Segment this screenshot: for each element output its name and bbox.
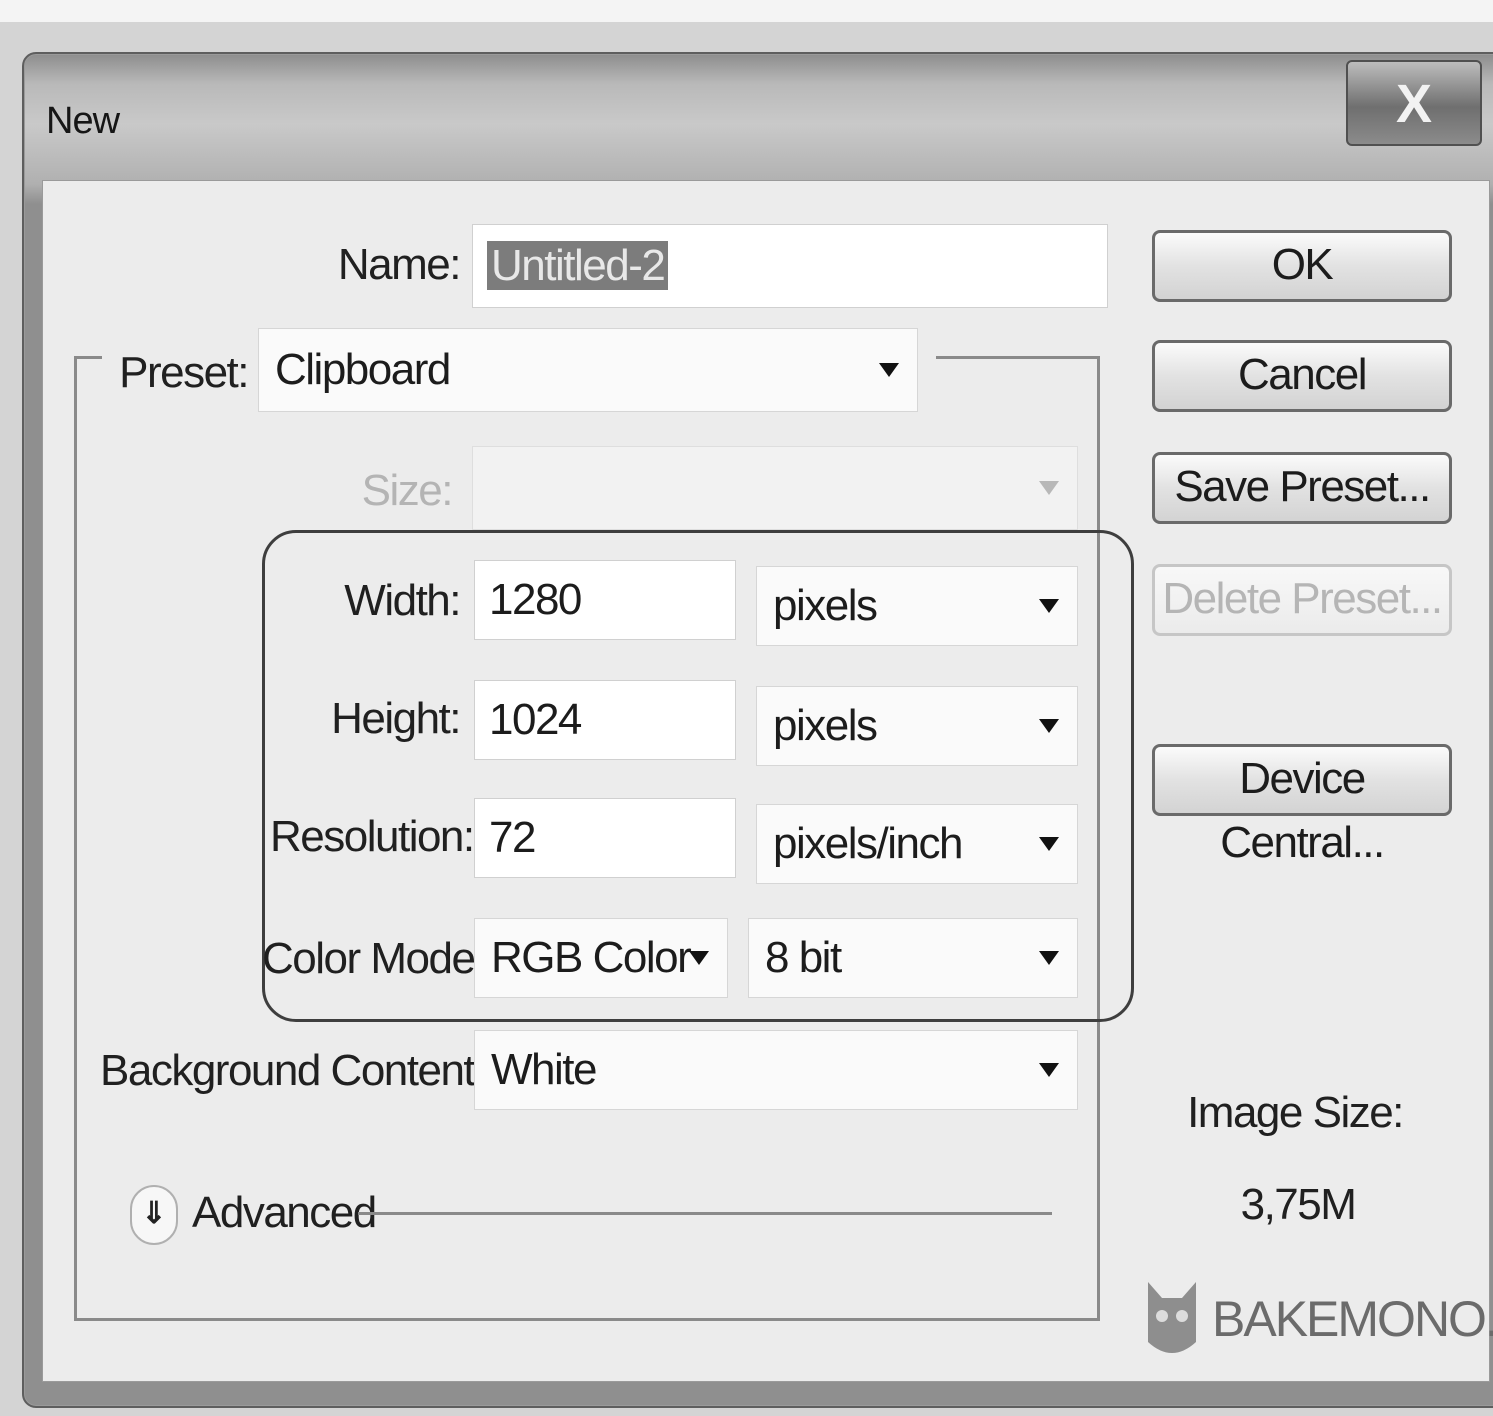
- resolution-unit-value: pixels/inch: [773, 819, 963, 868]
- image-size-value: 3,75M: [1240, 1180, 1357, 1229]
- bit-depth-value: 8 bit: [765, 933, 842, 982]
- resolution-label: Resolution:: [270, 812, 475, 861]
- group-box-top-right: [936, 356, 1100, 359]
- color-mode-select[interactable]: RGB Color: [474, 918, 728, 998]
- chevron-down-icon: [1039, 599, 1059, 613]
- device-central-button[interactable]: Device Central...: [1152, 744, 1452, 867]
- height-value: 1024: [489, 695, 582, 744]
- group-box-left: [74, 356, 77, 1321]
- color-mode-value: RGB Color: [491, 933, 692, 982]
- close-icon: X: [1395, 74, 1433, 134]
- chevron-down-icon: [1039, 719, 1059, 733]
- double-chevron-down-icon[interactable]: ⇓: [130, 1185, 178, 1245]
- width-value: 1280: [489, 575, 582, 624]
- resolution-unit-select[interactable]: pixels/inch: [756, 804, 1078, 884]
- cancel-button[interactable]: Cancel: [1152, 340, 1452, 412]
- chevron-down-icon: [879, 363, 899, 377]
- resolution-value: 72: [489, 813, 536, 862]
- image-size-label: Image Size:: [1187, 1088, 1404, 1137]
- width-unit-select[interactable]: pixels: [756, 566, 1078, 646]
- cat-icon: [1148, 1282, 1196, 1353]
- save-preset-button[interactable]: Save Preset...: [1152, 452, 1452, 524]
- height-label: Height:: [331, 694, 461, 743]
- dialog-title: New: [46, 100, 120, 142]
- background-contents-select[interactable]: White: [474, 1030, 1078, 1110]
- bit-depth-select[interactable]: 8 bit: [748, 918, 1078, 998]
- chevron-down-icon: [1039, 1063, 1059, 1077]
- chevron-down-icon: [689, 951, 709, 965]
- background-contents-value: White: [491, 1045, 597, 1094]
- height-unit-value: pixels: [773, 701, 878, 750]
- preset-select[interactable]: Clipboard: [258, 328, 918, 412]
- size-label: Size:: [361, 466, 454, 515]
- name-value: Untitled-2: [487, 241, 669, 290]
- ok-button[interactable]: OK: [1152, 230, 1452, 302]
- width-label: Width:: [344, 576, 461, 625]
- chevron-down-icon: [1039, 837, 1059, 851]
- height-input[interactable]: 1024: [474, 680, 736, 760]
- width-unit-value: pixels: [773, 581, 878, 630]
- preset-value: Clipboard: [275, 345, 451, 394]
- preset-label: Preset:: [119, 348, 249, 397]
- advanced-divider: [358, 1212, 1052, 1215]
- chevron-down-icon: [1039, 951, 1059, 965]
- width-input[interactable]: 1280: [474, 560, 736, 640]
- close-button[interactable]: X: [1346, 60, 1482, 146]
- chevron-down-icon: [1039, 481, 1059, 495]
- name-label: Name:: [337, 240, 462, 289]
- watermark-text: BAKEMONO.RU: [1212, 1291, 1493, 1347]
- delete-preset-button: Delete Preset...: [1152, 564, 1452, 636]
- name-input[interactable]: Untitled-2: [472, 224, 1108, 308]
- group-box-top-left: [74, 356, 102, 359]
- group-box-bottom: [74, 1318, 1100, 1321]
- color-mode-label: Color Mode:: [262, 934, 487, 983]
- background-contents-label: Background Contents:: [100, 1046, 507, 1095]
- height-unit-select[interactable]: pixels: [756, 686, 1078, 766]
- top-strip: [0, 0, 1493, 22]
- resolution-input[interactable]: 72: [474, 798, 736, 878]
- size-select: [472, 446, 1078, 530]
- advanced-label[interactable]: Advanced: [192, 1188, 377, 1238]
